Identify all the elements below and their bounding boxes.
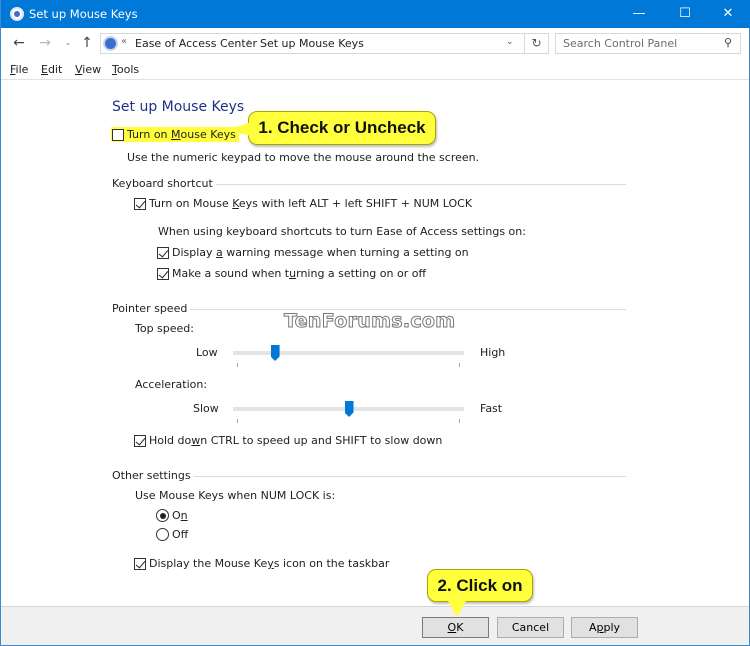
slider-thumb[interactable]: [270, 345, 280, 361]
slider-tick: [459, 363, 460, 367]
search-input[interactable]: [556, 34, 716, 53]
search-box: ⚲: [555, 33, 741, 54]
acceleration-label: Acceleration:: [135, 378, 208, 391]
ok-button[interactable]: OK: [422, 617, 489, 638]
make-sound-checkbox[interactable]: Make a sound when turning a setting on o…: [157, 267, 426, 280]
menu-view[interactable]: View: [75, 63, 101, 76]
minimize-button[interactable]: —: [616, 0, 662, 28]
recent-locations-chevron-icon[interactable]: ⌄: [60, 34, 76, 52]
ease-of-access-icon: [103, 36, 118, 51]
checkbox-box[interactable]: [134, 197, 146, 210]
maximize-button[interactable]: ☐: [662, 0, 708, 28]
callout-click-on: 2. Click on: [427, 569, 533, 617]
turn-on-mouse-keys-checkbox[interactable]: Turn on Mouse Keys: [111, 127, 239, 142]
checkbox-label: Display a warning message when turning a…: [172, 246, 469, 259]
slider-thumb[interactable]: [344, 401, 354, 417]
section-label: Other settings: [112, 469, 194, 482]
top-speed-min-label: Low: [196, 346, 218, 359]
acceleration-slider[interactable]: [233, 401, 464, 423]
ease-of-access-icon: [10, 7, 24, 21]
checkbox-label: Hold down CTRL to speed up and SHIFT to …: [149, 434, 443, 447]
callout-check-or-uncheck: 1. Check or Uncheck: [227, 111, 436, 145]
radio-label: On: [172, 509, 188, 522]
address-bar[interactable]: « Ease of Access Center › Set up Mouse K…: [100, 33, 549, 54]
ctrl-shift-speed-checkbox[interactable]: Hold down CTRL to speed up and SHIFT to …: [134, 434, 442, 447]
navigation-bar: ← → ⌄ ↑ « Ease of Access Center › Set up…: [1, 28, 750, 60]
title-bar: Set up Mouse Keys — ☐ ✕: [1, 0, 750, 28]
address-dropdown-icon[interactable]: ⌄: [506, 37, 514, 47]
breadcrumb-separator-icon[interactable]: ›: [247, 37, 251, 47]
checkbox-box[interactable]: [157, 246, 169, 259]
cancel-button[interactable]: Cancel: [497, 617, 564, 638]
warning-message-checkbox[interactable]: Display a warning message when turning a…: [157, 246, 469, 259]
window-title: Set up Mouse Keys: [29, 7, 138, 21]
shortcut-sub-label: When using keyboard shortcuts to turn Ea…: [158, 225, 526, 238]
checkbox-box[interactable]: [157, 267, 169, 280]
close-button[interactable]: ✕: [705, 0, 750, 28]
numlock-off-radio[interactable]: Off: [156, 528, 188, 541]
dialog-footer: OK Cancel Apply: [1, 606, 749, 645]
radio-dot[interactable]: [156, 509, 169, 522]
menu-bar: File Edit View Tools: [1, 60, 749, 80]
other-settings-section: Other settings: [112, 469, 626, 483]
overflow-chevron-icon[interactable]: «: [121, 36, 127, 47]
top-speed-slider[interactable]: [233, 345, 464, 367]
window: Set up Mouse Keys — ☐ ✕ ← → ⌄ ↑ « Ease o…: [0, 0, 750, 646]
checkbox-label: Turn on Mouse Keys: [127, 128, 236, 141]
checkbox-label: Display the Mouse Keys icon on the taskb…: [149, 557, 390, 570]
slider-track[interactable]: [233, 351, 464, 355]
slider-tick: [237, 363, 238, 367]
menu-edit[interactable]: Edit: [41, 63, 62, 76]
slider-tick: [237, 419, 238, 423]
top-speed-max-label: High: [480, 346, 506, 359]
shortcut-checkbox[interactable]: Turn on Mouse Keys with left ALT + left …: [134, 197, 472, 210]
back-arrow-icon[interactable]: ←: [11, 34, 27, 52]
acceleration-max-label: Fast: [480, 402, 503, 415]
radio-label: Off: [172, 528, 189, 541]
checkbox-box[interactable]: [112, 128, 124, 141]
checkbox-label: Make a sound when turning a setting on o…: [172, 267, 427, 280]
keyboard-shortcut-section: Keyboard shortcut: [112, 177, 626, 191]
checkbox-label: Turn on Mouse Keys with left ALT + left …: [149, 197, 473, 210]
section-label: Pointer speed: [112, 302, 191, 315]
main-content: Set up Mouse Keys Turn on Mouse Keys Use…: [1, 81, 749, 606]
page-title: Set up Mouse Keys: [112, 99, 245, 115]
checkbox-box[interactable]: [134, 434, 146, 447]
acceleration-min-label: Slow: [193, 402, 219, 415]
breadcrumb-ease-of-access-center[interactable]: Ease of Access Center: [135, 37, 257, 50]
top-speed-label: Top speed:: [135, 322, 194, 335]
menu-file[interactable]: File: [10, 63, 28, 76]
menu-tools[interactable]: Tools: [112, 63, 139, 76]
radio-dot[interactable]: [156, 528, 169, 541]
taskbar-icon-checkbox[interactable]: Display the Mouse Keys icon on the taskb…: [134, 557, 389, 570]
watermark: TenForums.com: [283, 310, 456, 333]
refresh-icon[interactable]: ↻: [524, 34, 548, 53]
up-arrow-icon[interactable]: ↑: [79, 34, 95, 52]
forward-arrow-icon[interactable]: →: [37, 34, 53, 52]
breadcrumb-set-up-mouse-keys[interactable]: Set up Mouse Keys: [260, 37, 364, 50]
section-label: Keyboard shortcut: [112, 177, 216, 190]
apply-button[interactable]: Apply: [571, 617, 638, 638]
checkbox-box[interactable]: [134, 557, 146, 570]
mouse-keys-description: Use the numeric keypad to move the mouse…: [127, 151, 480, 164]
numlock-on-radio[interactable]: On: [156, 509, 188, 522]
slider-tick: [459, 419, 460, 423]
search-icon[interactable]: ⚲: [724, 36, 732, 49]
numlock-label: Use Mouse Keys when NUM LOCK is:: [135, 489, 336, 502]
